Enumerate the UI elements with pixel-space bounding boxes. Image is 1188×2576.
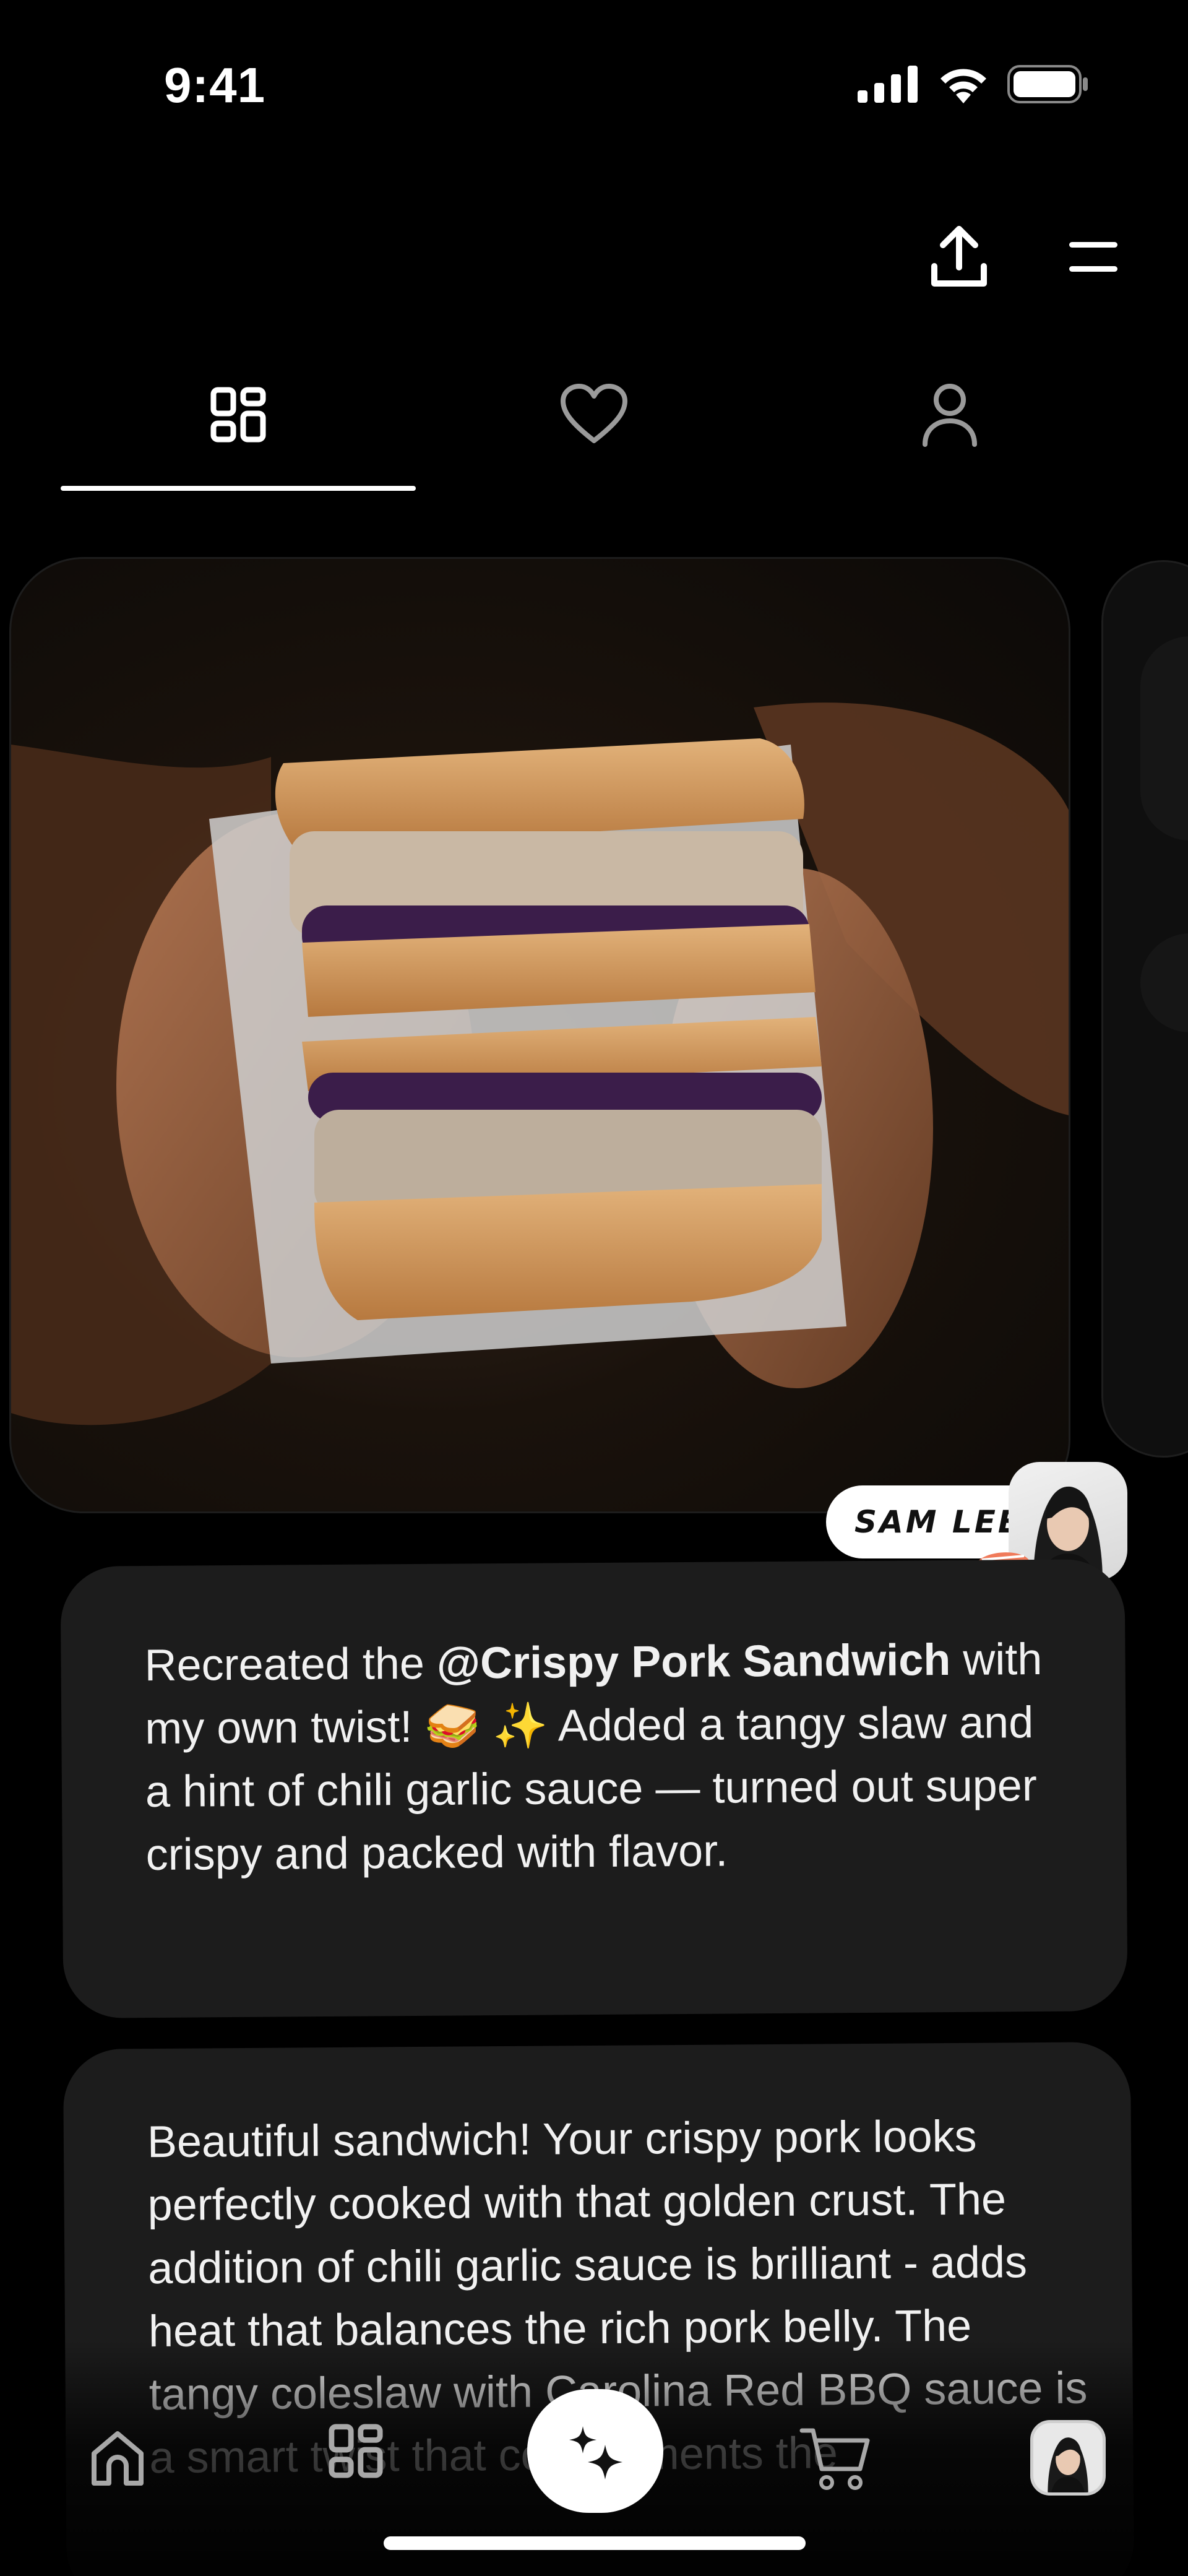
active-tab-indicator: [61, 486, 416, 491]
tab-favorites[interactable]: [557, 378, 631, 452]
menu-button[interactable]: [1064, 238, 1120, 275]
recipe-mention-link[interactable]: @Crispy Pork Sandwich: [437, 1635, 951, 1688]
nav-ai-assistant-button[interactable]: [527, 2389, 663, 2513]
post-caption: Recreated the @Crispy Pork Sandwich with…: [144, 1628, 1062, 1887]
tab-grid[interactable]: [201, 378, 275, 452]
grid-icon: [210, 387, 266, 443]
caption-prefix: Recreated the: [144, 1638, 437, 1691]
share-icon: [931, 226, 987, 287]
cart-icon: [799, 2428, 870, 2490]
post-image[interactable]: [9, 557, 1070, 1513]
next-post-card[interactable]: [1101, 560, 1188, 1458]
signal-icon: [858, 66, 918, 103]
sandwich-photo: [11, 702, 1069, 1425]
heart-icon: [561, 384, 627, 443]
nav-profile-avatar[interactable]: [1030, 2420, 1106, 2496]
status-icons: [858, 65, 1089, 103]
nav-home[interactable]: [84, 2423, 152, 2491]
menu-icon: [1069, 242, 1117, 272]
nav-cart[interactable]: [798, 2423, 872, 2491]
tab-profile[interactable]: [913, 378, 987, 452]
home-indicator[interactable]: [384, 2536, 806, 2550]
status-time: 9:41: [164, 58, 266, 113]
sparkle-icon: [569, 2426, 622, 2479]
nav-feed[interactable]: [325, 2420, 387, 2482]
next-card-shape: [1140, 636, 1188, 841]
wifi-icon: [940, 69, 986, 103]
grid-icon: [329, 2424, 383, 2478]
next-card-shape: [1140, 933, 1188, 1032]
profile-icon: [923, 384, 977, 447]
home-icon: [92, 2431, 144, 2486]
avatar: [1048, 2437, 1088, 2492]
share-button[interactable]: [928, 223, 990, 291]
post-caption-card: Recreated the @Crispy Pork Sandwich with…: [60, 1559, 1128, 2018]
battery-icon: [1007, 65, 1088, 103]
